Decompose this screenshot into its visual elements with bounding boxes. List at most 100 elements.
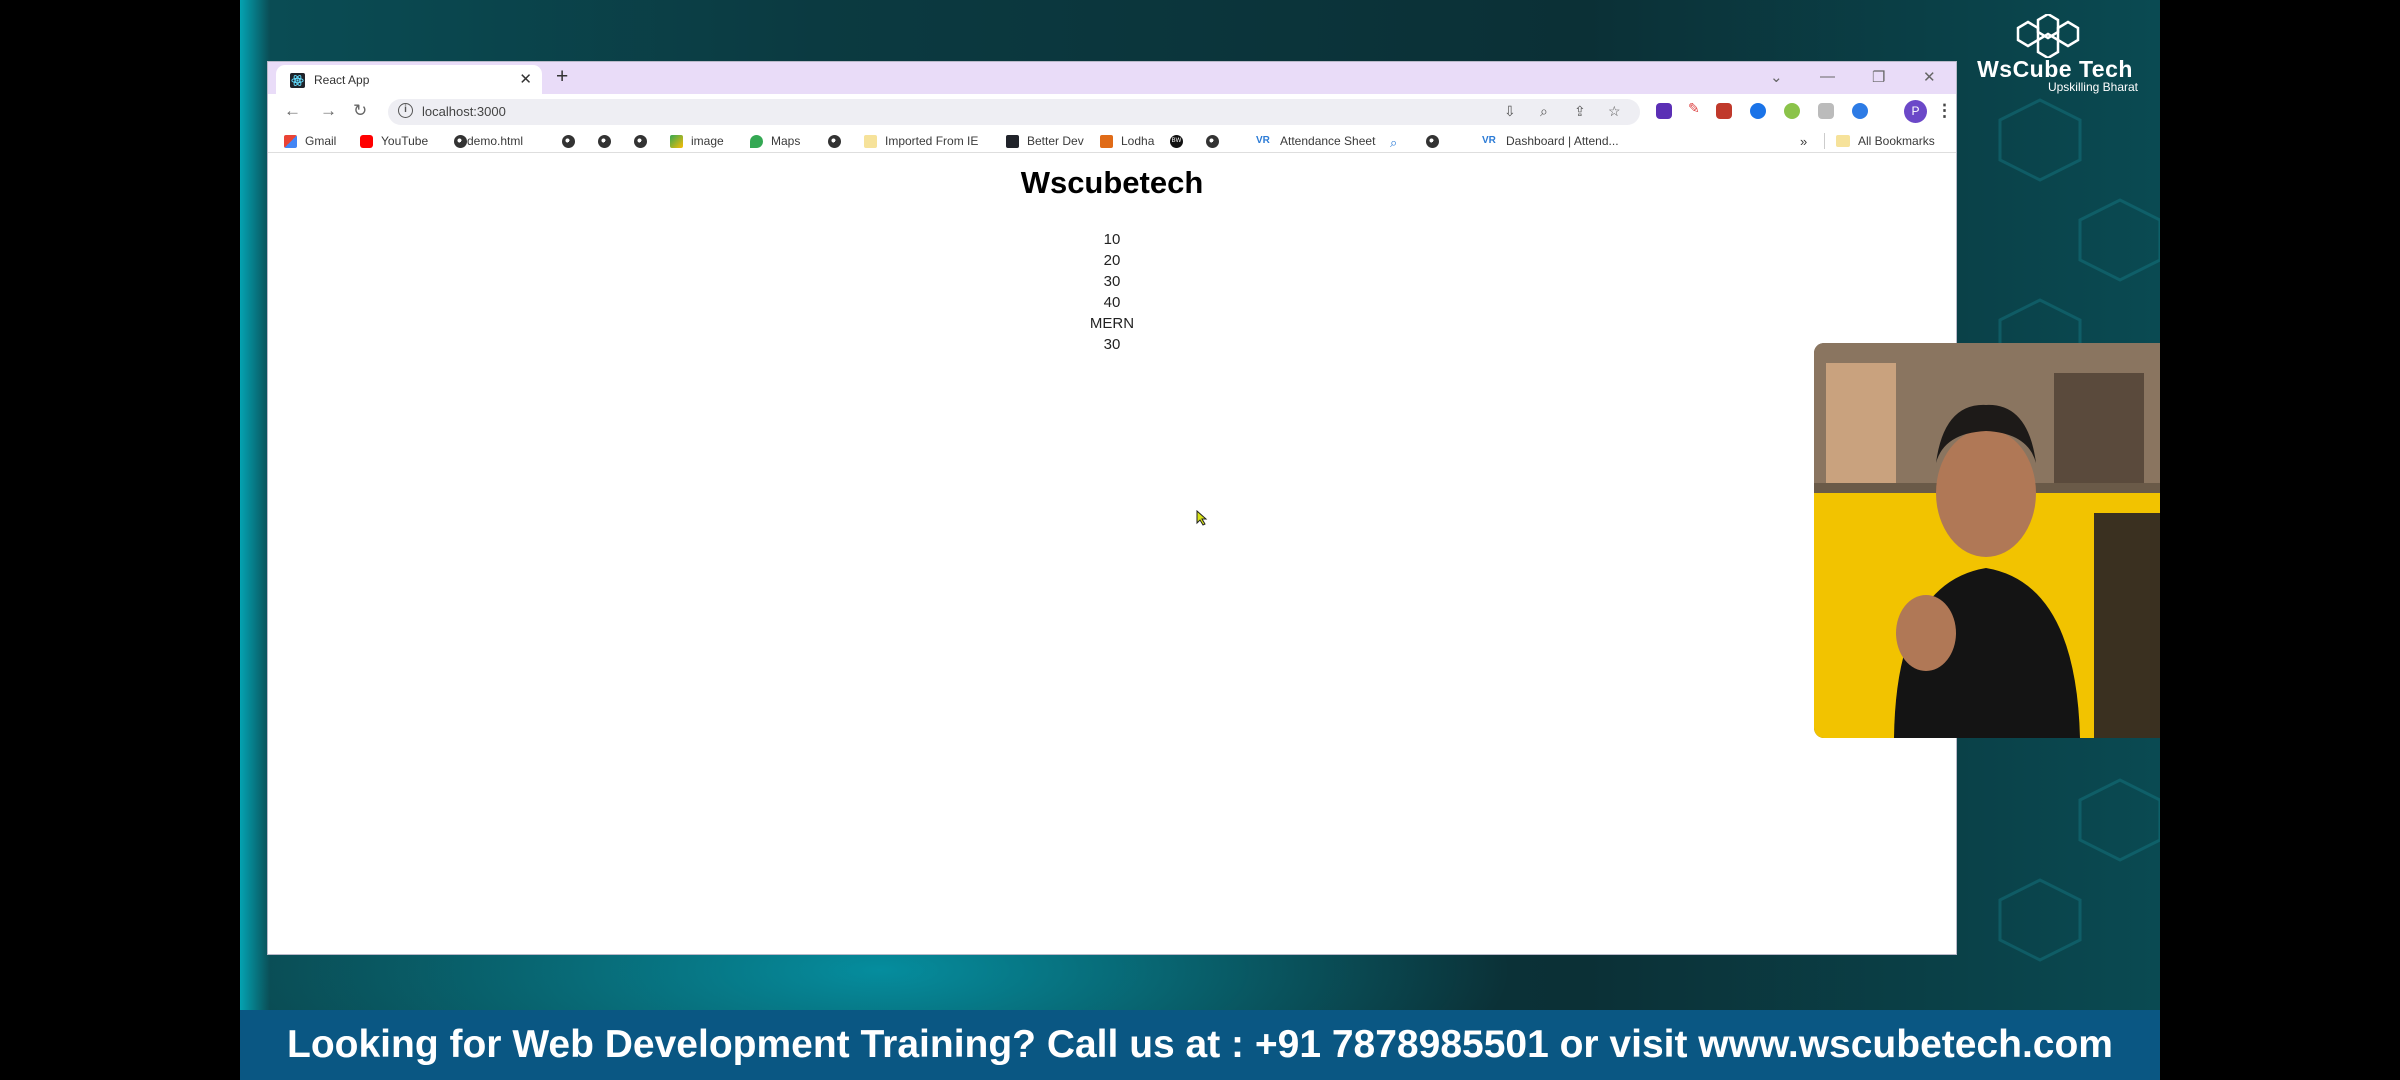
bookmark-item[interactable]: Lodha [1100, 133, 1154, 149]
bookmark-item[interactable] [1426, 133, 1439, 149]
presenter-webcam-video [1814, 343, 2160, 738]
extension-brush-icon[interactable]: ✎ [1688, 100, 1704, 116]
folder-icon [1836, 135, 1850, 147]
back-arrow-icon[interactable]: ← [284, 101, 301, 121]
list-item: 30 [1103, 336, 1121, 353]
bookmark-label: Maps [771, 134, 801, 148]
bookmark-item[interactable]: Gmail [284, 133, 336, 149]
bookmark-label: Lodha [1121, 134, 1155, 148]
bookmark-label: Gmail [305, 134, 337, 148]
vr-icon: VR [1256, 134, 1270, 146]
tab-react-app[interactable]: React App ✕ [276, 65, 542, 94]
page-title: Wscubetech [1020, 165, 1204, 200]
globe-icon [1426, 134, 1439, 148]
all-bookmarks-label: All Bookmarks [1858, 134, 1935, 148]
forward-arrow-icon[interactable]: → [320, 101, 337, 121]
wscube-logo: WsCube Tech Upskilling Bharat [1960, 14, 2150, 96]
bookmark-item[interactable]: YouTube [360, 133, 428, 149]
globe-icon [1206, 134, 1219, 148]
folder-icon [864, 134, 877, 148]
list-item: 20 [1103, 252, 1121, 269]
list-item: MERN [1089, 315, 1135, 332]
list-item: 40 [1103, 294, 1121, 311]
globe-icon [454, 134, 467, 148]
bookmark-label: YouTube [381, 134, 429, 148]
bookmark-item[interactable]: image [670, 133, 724, 149]
image-icon [670, 134, 683, 148]
reload-icon[interactable]: ↻ [353, 101, 367, 121]
new-tab-button[interactable]: + [556, 65, 568, 89]
bookmark-item[interactable]: VR Attendance Sheet [1256, 133, 1375, 149]
tab-strip: React App ✕ + ⌄ — ❐ ✕ [268, 62, 1956, 94]
item-list: 10 20 30 40 MERN 30 [268, 229, 1956, 355]
minimize-button[interactable]: — [1820, 68, 1835, 85]
extension-red-icon[interactable] [1716, 103, 1732, 119]
globe-icon [598, 134, 611, 148]
tab-close-icon[interactable]: ✕ [519, 70, 532, 88]
tab-title: React App [314, 73, 370, 87]
all-bookmarks-button[interactable]: All Bookmarks [1836, 133, 1935, 149]
list-item: 30 [1103, 273, 1121, 290]
install-app-icon[interactable]: ⇩ [1504, 103, 1516, 120]
react-favicon-icon [290, 73, 305, 88]
bookmark-label: Better Dev [1027, 134, 1084, 148]
extension-blue-icon[interactable] [1750, 103, 1766, 119]
lodha-icon [1100, 134, 1113, 148]
left-glow [240, 0, 270, 1010]
browser-toolbar: ← → ↻ i localhost:3000 ⇩ ⌕ ⇪ ☆ ✎ ✚ P ⋮ [268, 94, 1956, 129]
bookmark-item[interactable]: VR Dashboard | Attend... [1482, 133, 1619, 149]
tab-search-chevron-icon[interactable]: ⌄ [1770, 68, 1783, 86]
browser-window: React App ✕ + ⌄ — ❐ ✕ ← → ↻ i localhost:… [267, 61, 1957, 955]
bookmark-label: demo.html [467, 134, 524, 148]
globe-icon [562, 134, 575, 148]
bookmark-item[interactable] [634, 133, 647, 149]
maps-icon [750, 134, 763, 148]
bookmark-item[interactable]: BW [1170, 133, 1191, 149]
menu-kebab-icon[interactable]: ⋮ [1936, 101, 1953, 121]
youtube-icon [360, 134, 373, 148]
bookmark-item[interactable]: Maps [750, 133, 800, 149]
circle-icon: BW [1170, 134, 1183, 148]
promo-banner: Looking for Web Development Training? Ca… [240, 1010, 2160, 1080]
extension-grey-icon[interactable] [1818, 103, 1834, 119]
share-icon[interactable]: ⇪ [1574, 103, 1586, 120]
logo-hexagon-icon [2016, 14, 2080, 58]
bookmark-item[interactable] [828, 133, 841, 149]
bookmark-label: image [691, 134, 724, 148]
search-icon: ⌕ [1390, 134, 1398, 150]
bookmark-star-icon[interactable]: ☆ [1608, 103, 1621, 120]
url-text[interactable]: localhost:3000 [422, 104, 506, 119]
bookmark-label: Imported From IE [885, 134, 979, 148]
restore-button[interactable]: ❐ [1872, 68, 1885, 86]
globe-icon [828, 134, 841, 148]
bookmark-item[interactable] [598, 133, 611, 149]
bookmark-item[interactable]: ⌕ [1390, 133, 1411, 150]
bookmark-label: Attendance Sheet [1280, 134, 1376, 148]
zoom-icon[interactable]: ⌕ [1540, 103, 1548, 120]
bookmarks-bar: Gmail YouTube demo.html image Maps Imported F… [268, 129, 1956, 153]
bookmarks-divider [1824, 133, 1825, 149]
vr-icon: VR [1482, 134, 1496, 146]
list-item: 10 [1103, 231, 1121, 248]
extension-purple-icon[interactable] [1656, 103, 1672, 119]
bookmark-item[interactable] [562, 133, 575, 149]
page-content: Wscubetech 10 20 30 40 MERN 30 [268, 154, 1956, 954]
bookmark-item[interactable]: demo.html [454, 133, 523, 149]
address-bar[interactable]: i localhost:3000 ⇩ ⌕ ⇪ ☆ [388, 99, 1640, 125]
bookmark-item[interactable] [1206, 133, 1219, 149]
logo-brand-name: WsCube Tech [1977, 56, 2133, 82]
video-frame: WsCube Tech Upskilling Bharat React App … [240, 0, 2160, 1080]
bookmark-item[interactable]: Imported From IE [864, 133, 978, 149]
bookmark-item[interactable]: Better Dev [1006, 133, 1084, 149]
bookmarks-overflow-button[interactable]: » [1800, 133, 1807, 149]
profile-avatar[interactable]: P [1904, 100, 1927, 123]
promo-banner-text: Looking for Web Development Training? Ca… [287, 1023, 2113, 1066]
globe-icon [634, 134, 647, 148]
extension-green-icon[interactable] [1784, 103, 1800, 119]
react-icon [1006, 134, 1019, 148]
close-window-button[interactable]: ✕ [1923, 68, 1936, 86]
gmail-icon [284, 134, 297, 148]
bookmark-label: Dashboard | Attend... [1506, 134, 1619, 148]
site-info-icon[interactable]: i [398, 103, 413, 118]
extension-link-icon[interactable] [1852, 103, 1868, 119]
